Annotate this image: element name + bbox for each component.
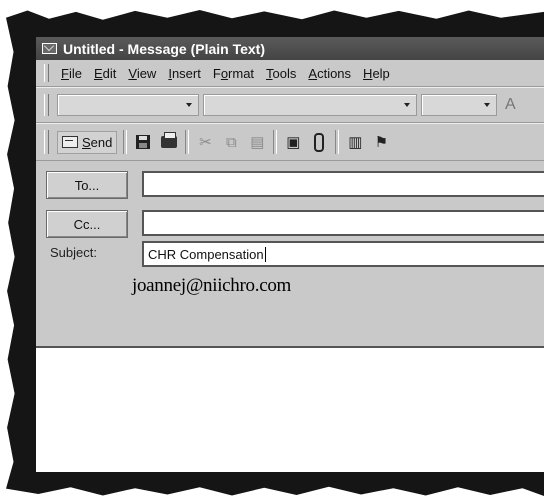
send-icon xyxy=(62,136,78,148)
font-color-icon[interactable]: A xyxy=(505,96,516,114)
message-headers: To... Cc... Subject: CHR Compensation xyxy=(36,161,544,267)
menu-insert[interactable]: Insert xyxy=(168,66,201,81)
title-bar: Untitled - Message (Plain Text) xyxy=(36,37,544,60)
chevron-down-icon xyxy=(484,103,490,107)
menubar-grip[interactable] xyxy=(44,64,49,82)
toolbar-separator xyxy=(123,130,128,154)
to-field[interactable] xyxy=(142,171,544,197)
toolbar-separator xyxy=(335,130,340,154)
subject-value: CHR Compensation xyxy=(148,246,264,262)
send-label: Send xyxy=(82,134,113,150)
cut-icon[interactable]: ✂ xyxy=(195,132,215,152)
address-book-icon[interactable]: ▥ xyxy=(345,132,365,152)
font-combo[interactable] xyxy=(203,94,417,116)
toolbar-separator xyxy=(273,130,278,154)
subject-field[interactable]: CHR Compensation xyxy=(142,241,544,267)
envelope-icon xyxy=(42,43,57,54)
overlay-email-annotation: joannej@niichro.com xyxy=(132,275,292,296)
chevron-down-icon xyxy=(404,103,410,107)
menu-bar: File Edit View Insert Format Tools Actio… xyxy=(36,60,544,87)
menu-view[interactable]: View xyxy=(128,66,156,81)
font-size-combo[interactable] xyxy=(421,94,497,116)
save-icon[interactable] xyxy=(133,132,153,152)
standard-toolbar: Send ✂ ⧉ ▤ ▣ ▥ ⚑ xyxy=(36,123,544,161)
toolbar-grip[interactable] xyxy=(44,94,49,116)
check-names-icon[interactable]: ▣ xyxy=(283,132,303,152)
toolbar-separator xyxy=(185,130,190,154)
text-caret xyxy=(264,246,266,262)
menu-file[interactable]: File xyxy=(61,66,82,81)
to-button[interactable]: To... xyxy=(46,171,128,199)
toolbar-grip[interactable] xyxy=(44,130,49,154)
style-combo[interactable] xyxy=(57,94,199,116)
message-body[interactable] xyxy=(36,346,544,472)
copy-icon[interactable]: ⧉ xyxy=(221,132,241,152)
menu-actions[interactable]: Actions xyxy=(308,66,351,81)
send-button[interactable]: Send xyxy=(57,130,118,154)
cc-button[interactable]: Cc... xyxy=(46,210,128,238)
menu-format[interactable]: Format xyxy=(213,66,254,81)
chevron-down-icon xyxy=(186,103,192,107)
attach-icon[interactable] xyxy=(309,132,329,152)
menu-help[interactable]: Help xyxy=(363,66,390,81)
window-title: Untitled - Message (Plain Text) xyxy=(63,40,265,57)
menu-tools[interactable]: Tools xyxy=(266,66,296,81)
flag-icon[interactable]: ⚑ xyxy=(371,132,391,152)
subject-label: Subject: xyxy=(50,245,97,260)
cc-field[interactable] xyxy=(142,210,544,236)
paste-icon[interactable]: ▤ xyxy=(247,132,267,152)
menu-edit[interactable]: Edit xyxy=(94,66,116,81)
formatting-toolbar: A xyxy=(36,87,544,123)
print-icon[interactable] xyxy=(159,132,179,152)
